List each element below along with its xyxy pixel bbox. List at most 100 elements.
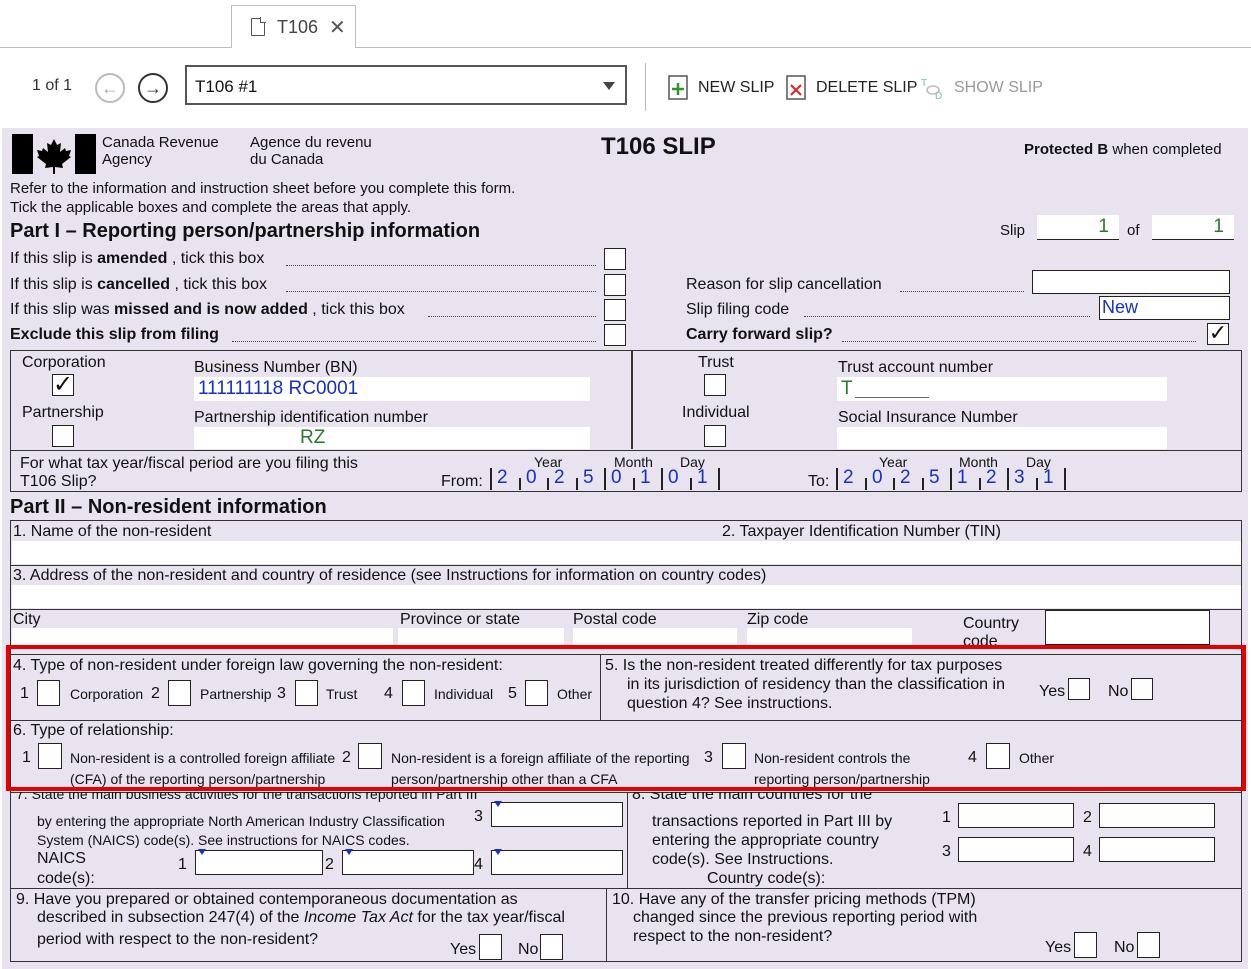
province-input[interactable] [398, 628, 564, 645]
country-4-input[interactable] [1099, 837, 1215, 862]
tab-bar: T106 ✕ [0, 0, 1251, 48]
date-digit: 5 [583, 467, 594, 488]
slip-select[interactable]: T106 #1 [185, 65, 627, 105]
name-tin-input[interactable] [12, 541, 1241, 564]
naics-1-input[interactable] [195, 849, 323, 875]
naics-4-input[interactable] [491, 849, 623, 875]
trust-account-input[interactable]: T [837, 377, 1167, 401]
naics-label-2: code(s): [37, 870, 95, 887]
zip-input[interactable] [747, 628, 912, 645]
exclude-checkbox[interactable] [604, 324, 626, 346]
filing-code-value: New [1102, 297, 1139, 317]
province-label: Province or state [400, 611, 521, 628]
naics-2-input[interactable] [342, 849, 474, 875]
dot-leader [286, 291, 596, 292]
q9-yes-checkbox[interactable] [479, 934, 502, 960]
q8-line-1-clip: 8. State the main countries for the [632, 792, 932, 808]
digit-separator [1036, 478, 1038, 490]
country-code-input[interactable] [1045, 610, 1210, 645]
cancelled-bold: cancelled [97, 276, 171, 293]
tin-label: 2. Taxpayer Identification Number (TIN) [722, 523, 1001, 540]
divider [627, 792, 628, 888]
date-digit: 5 [929, 467, 940, 488]
show-slip-button[interactable]: TD SHOW SLIP [920, 75, 1043, 101]
digit-separator [1007, 468, 1009, 490]
country-1-input[interactable] [958, 803, 1074, 828]
tab-t106[interactable]: T106 ✕ [231, 5, 356, 48]
dropdown-marker-icon [494, 849, 502, 855]
cancelled-pre: If this slip is [10, 276, 98, 293]
digit-separator [519, 478, 521, 490]
dot-leader [842, 341, 1196, 342]
date-digit: 0 [668, 467, 679, 488]
individual-checkbox[interactable] [704, 425, 726, 447]
carry-forward-label: Carry forward slip? [686, 326, 833, 343]
cancelled-checkbox[interactable] [604, 274, 626, 296]
city-input[interactable] [12, 628, 393, 645]
new-slip-label: NEW SLIP [698, 79, 775, 96]
carry-forward-checkbox[interactable]: ✓ [1207, 322, 1229, 345]
part1-heading: Part I – Reporting person/partnership in… [10, 220, 481, 242]
slip-total-field[interactable]: 1 [1152, 215, 1234, 240]
bn-value: 111111118 RC0001 [198, 378, 359, 399]
date-digit: 2 [497, 467, 508, 488]
q10-no-checkbox[interactable] [1137, 932, 1160, 958]
amended-checkbox[interactable] [604, 248, 626, 270]
divider [606, 888, 607, 962]
close-icon[interactable]: ✕ [329, 15, 346, 40]
trust-checkbox[interactable] [704, 374, 726, 396]
partnership-checkbox[interactable] [52, 425, 74, 447]
trust-account-value: T [841, 378, 853, 399]
address-input[interactable] [12, 585, 1241, 608]
naics-2-num: 2 [325, 856, 334, 873]
new-slip-button[interactable]: NEW SLIP [668, 75, 774, 101]
cra-name-fr-2: du Canada [250, 151, 324, 168]
chevron-down-icon[interactable] [603, 82, 615, 90]
delete-slip-button[interactable]: DELETE SLIP [786, 75, 917, 101]
date-digit: 3 [1014, 467, 1025, 488]
q8-line-4: code(s). See Instructions. [652, 851, 834, 868]
date-digit: 0 [611, 467, 622, 488]
postal-input[interactable] [573, 628, 737, 645]
missed-checkbox[interactable] [604, 299, 626, 321]
q9-no-checkbox[interactable] [540, 934, 563, 960]
q9-line-2-italic: Income Tax Act [303, 909, 413, 926]
name-label: 1. Name of the non-resident [13, 523, 212, 540]
trust-account-underline [855, 397, 929, 398]
pin-input[interactable]: RZ [194, 427, 590, 449]
reason-label: Reason for slip cancellation [686, 276, 882, 293]
previous-arrow-icon[interactable]: ← [95, 73, 125, 103]
date-digit: 2 [843, 467, 854, 488]
bn-input[interactable]: 111111118 RC0001 [194, 377, 590, 401]
corporation-label: Corporation [22, 354, 106, 371]
country-2-num: 2 [1083, 809, 1092, 826]
digit-separator [547, 478, 549, 490]
sin-input[interactable] [837, 427, 1167, 449]
country-2-input[interactable] [1099, 803, 1215, 828]
digit-separator [576, 478, 578, 490]
toolbar: 1 of 1 ← → T106 #1 NEW SLIP DELETE SLIP … [0, 47, 1251, 127]
digit-separator [836, 468, 838, 490]
dot-leader [428, 316, 596, 317]
q9-no-label: No [518, 941, 539, 958]
next-arrow-icon[interactable]: → [138, 73, 168, 103]
slip-number-field[interactable]: 1 [1037, 215, 1119, 240]
date-digit: 2 [900, 467, 911, 488]
dropdown-marker-icon [494, 801, 502, 807]
divider [10, 565, 1242, 566]
reason-input[interactable] [1032, 270, 1230, 294]
q9-yes-label: Yes [450, 941, 477, 958]
q8-line-3: entering the appropriate country [652, 832, 879, 849]
digit-separator [633, 478, 635, 490]
q10-yes-checkbox[interactable] [1074, 932, 1097, 958]
cancelled-post: , tick this box [170, 276, 267, 293]
country-3-input[interactable] [958, 837, 1074, 862]
filing-code-select[interactable]: New [1099, 296, 1230, 320]
q7-line-3: System (NAICS) code(s). See instructions… [37, 832, 410, 848]
sin-label: Social Insurance Number [838, 409, 1018, 426]
q7-line-1-clip: 7. State the main business activities fo… [16, 792, 486, 808]
protected-notice: Protected B when completed [1024, 141, 1222, 158]
amended-pre: If this slip is [10, 250, 98, 267]
naics-3-input[interactable] [491, 801, 623, 827]
corporation-checkbox[interactable]: ✓ [52, 373, 74, 397]
